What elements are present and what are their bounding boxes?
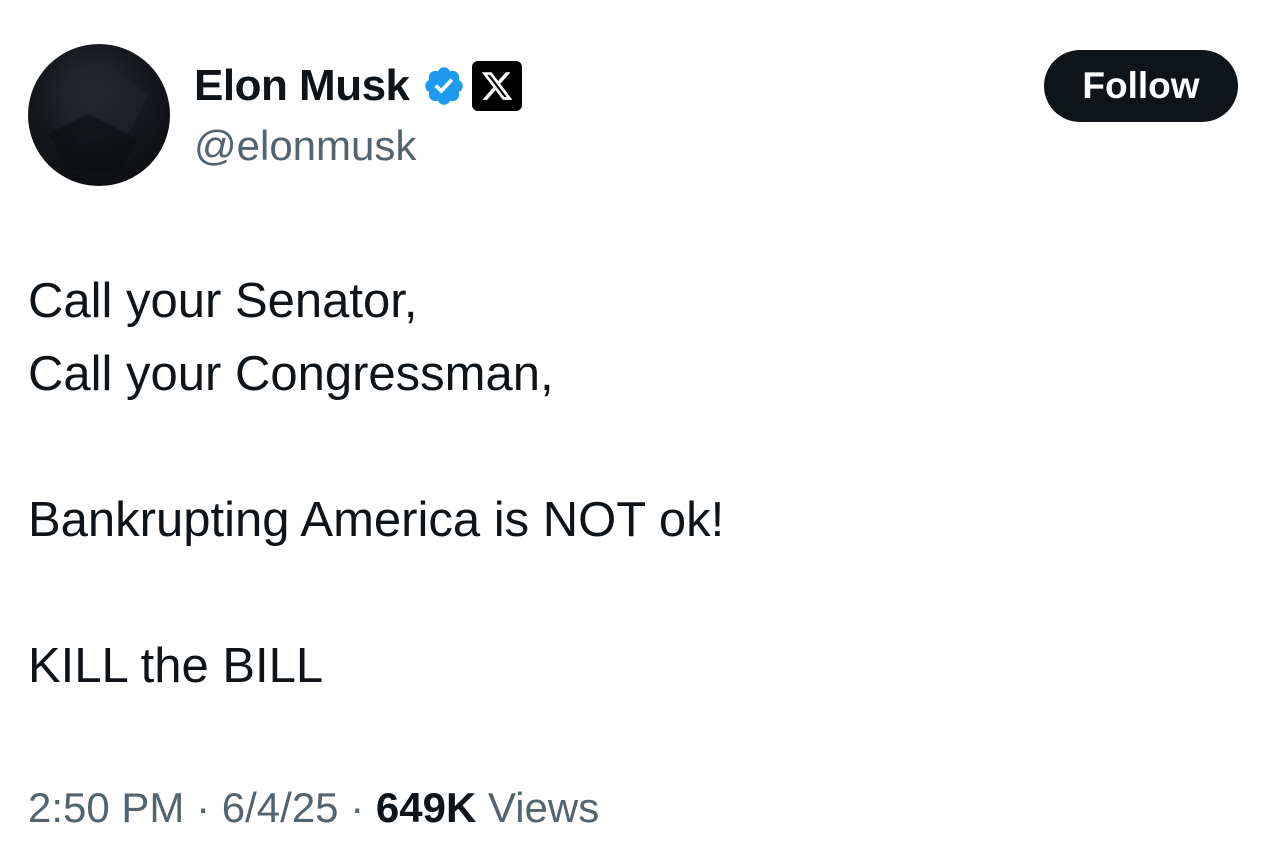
author-handle[interactable]: @elonmusk [194,120,522,172]
tweet-card: Elon Musk @elonmusk Follow Call your Sen… [0,0,1264,863]
tweet-line: Call your Congressman, [28,347,554,401]
avatar[interactable] [28,44,170,186]
tweet-text: Call your Senator, Call your Congressman… [28,265,1228,703]
tweet-header: Elon Musk @elonmusk Follow [28,44,1238,188]
tweet-line: KILL the BILL [28,639,324,693]
name-row: Elon Musk [194,58,522,114]
meta-separator: · [350,784,365,831]
x-logo-icon[interactable] [471,61,522,111]
author-identity: Elon Musk @elonmusk [194,58,522,172]
tweet-meta: 2:50 PM · 6/4/25 · 649K Views [28,780,599,836]
tweet-line: Call your Senator, [28,274,418,328]
tweet-line: Bankrupting America is NOT ok! [28,493,725,547]
views-count[interactable]: 649K [376,784,476,831]
meta-separator: · [196,784,211,831]
follow-button[interactable]: Follow [1044,50,1238,122]
avatar-image [48,64,148,174]
tweet-time[interactable]: 2:50 PM [28,784,184,831]
tweet-date[interactable]: 6/4/25 [222,784,339,831]
author-display-name[interactable]: Elon Musk [194,58,410,114]
views-label: Views [487,784,600,831]
verified-badge-icon[interactable] [422,64,466,108]
